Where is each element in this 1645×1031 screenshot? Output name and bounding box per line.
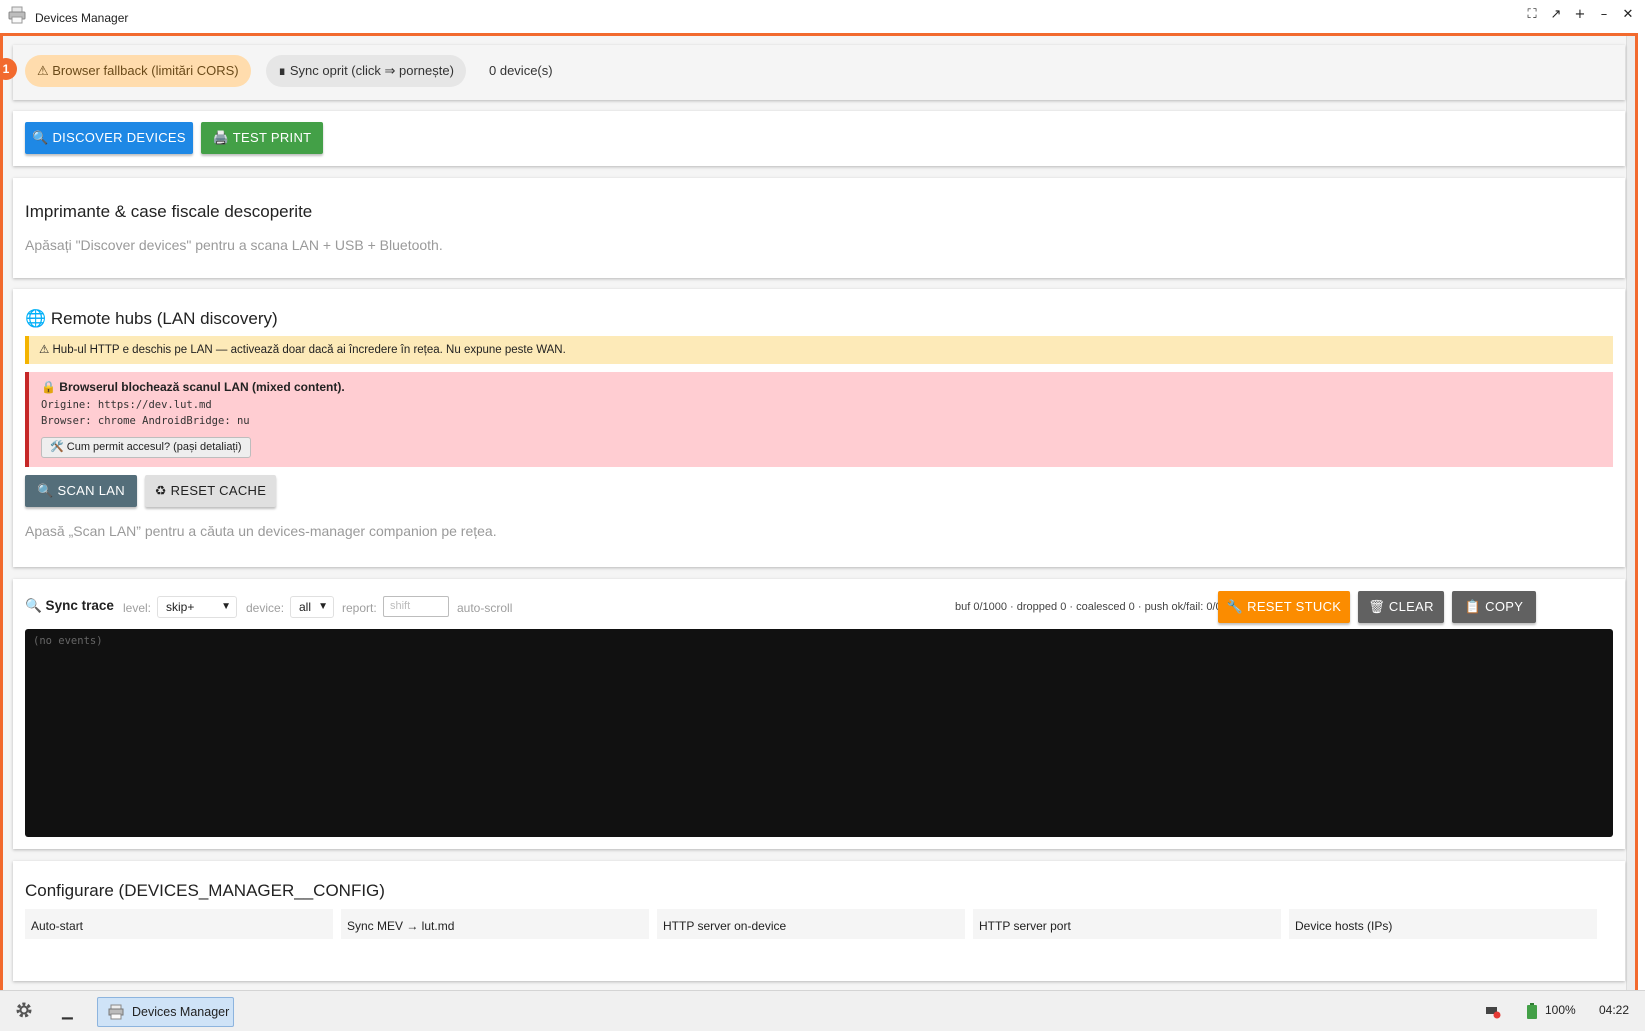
minimize-icon[interactable]: –	[1595, 6, 1613, 24]
reset-stuck-button[interactable]: 🔧 RESET STUCK	[1218, 591, 1350, 623]
gear-icon[interactable]	[14, 1000, 34, 1020]
report-input[interactable]: shift	[383, 596, 449, 617]
clock[interactable]: 04:22	[1599, 1003, 1629, 1017]
trace-stats: buf 0/1000 · dropped 0 · coalesced 0 · p…	[955, 601, 1222, 613]
battery-icon[interactable]	[1527, 1003, 1537, 1019]
discovered-devices-card: Imprimante & case fiscale descoperite Ap…	[13, 178, 1625, 278]
chevron-down-icon: ▼	[318, 601, 328, 612]
taskbar-app-devices-manager[interactable]: Devices Manager	[97, 997, 234, 1027]
mode-badge: ⚠ Browser fallback (limitări CORS)	[25, 55, 251, 87]
config-field-sync-mev: Sync MEV → lut.md	[341, 909, 649, 939]
chevron-down-icon: ▼	[221, 601, 231, 612]
config-field-auto-start: Auto-start	[25, 909, 333, 939]
restore-icon[interactable]: ↗	[1547, 6, 1565, 24]
mixed-content-error: 🔒 Browserul blochează scanul LAN (mixed …	[25, 372, 1613, 467]
error-title: 🔒 Browserul blochează scanul LAN (mixed …	[41, 380, 345, 394]
vertical-scrollbar[interactable]	[1626, 36, 1635, 991]
remote-hubs-title: 🌐 Remote hubs (LAN discovery)	[25, 309, 278, 328]
level-select[interactable]: skip+ ▼	[157, 596, 237, 618]
config-field-device-hosts: Device hosts (IPs)	[1289, 909, 1597, 939]
device-value: all	[299, 600, 312, 614]
printer-app-icon	[8, 6, 26, 24]
config-card: Configurare (DEVICES_MANAGER__CONFIG) Au…	[13, 861, 1625, 981]
fullscreen-icon[interactable]: ⛶	[1523, 6, 1541, 24]
window-titlebar: Devices Manager ⛶ ↗ + – ✕	[0, 0, 1645, 33]
battery-level: 100%	[1545, 1003, 1576, 1017]
clear-button[interactable]: 🗑 CLEAR	[1358, 591, 1444, 623]
autoscroll-toggle[interactable]: auto-scroll	[457, 601, 512, 615]
device-label: device:	[246, 601, 285, 615]
reset-cache-button[interactable]: ♻ RESET CACHE	[145, 475, 276, 507]
sync-trace-card: 🔍 Sync trace level: skip+ ▼ device: all …	[13, 579, 1625, 849]
trace-console[interactable]: (no events)	[25, 629, 1613, 837]
close-icon[interactable]: ✕	[1619, 6, 1637, 24]
discover-devices-button[interactable]: 🔍 DISCOVER DEVICES	[25, 122, 193, 154]
scan-lan-button[interactable]: 🔍 SCAN LAN	[25, 475, 137, 507]
test-print-button[interactable]: 🖨️ TEST PRINT	[201, 122, 323, 154]
how-to-allow-button[interactable]: 🛠️ Cum permit accesul? (pași detaliați)	[41, 437, 251, 458]
plus-icon[interactable]: +	[1571, 6, 1589, 24]
discovered-title: Imprimante & case fiscale descoperite	[25, 202, 313, 221]
config-title: Configurare (DEVICES_MANAGER__CONFIG)	[25, 881, 385, 900]
level-value: skip+	[166, 600, 195, 614]
taskbar-app-label: Devices Manager	[132, 1005, 230, 1019]
scan-lan-hint: Apasă „Scan LAN” pentru a căuta un devic…	[25, 523, 497, 539]
trace-title: 🔍 Sync trace	[25, 598, 114, 613]
action-card: 🔍 DISCOVER DEVICES 🖨️ TEST PRINT	[13, 111, 1625, 166]
config-field-http-port: HTTP server port	[973, 909, 1281, 939]
device-select[interactable]: all ▼	[290, 596, 334, 618]
taskbar: ▁ Devices Manager 100% 04:22	[0, 990, 1645, 1031]
copy-button[interactable]: 📋 COPY	[1452, 591, 1536, 623]
browser-line: Browser: chrome AndroidBridge: nu	[41, 415, 250, 427]
window-title: Devices Manager	[35, 11, 129, 25]
app-frame: 1 ⚠ Browser fallback (limitări CORS) ∎ S…	[0, 33, 1638, 991]
level-label: level:	[123, 601, 152, 615]
config-field-http-server: HTTP server on-device	[657, 909, 965, 939]
window-controls: ⛶ ↗ + – ✕	[1523, 6, 1637, 24]
lan-warning-banner: ⚠ Hub-ul HTTP e deschis pe LAN — activea…	[25, 336, 1613, 364]
discovered-hint: Apăsați "Discover devices" pentru a scan…	[25, 237, 443, 253]
remote-hubs-card: 🌐 Remote hubs (LAN discovery) ⚠ Hub-ul H…	[13, 289, 1625, 567]
sync-toggle[interactable]: ∎ Sync oprit (click ⇒ pornește)	[266, 55, 466, 87]
report-label: report:	[342, 601, 377, 615]
origin-line: Origine: https://dev.lut.md	[41, 399, 212, 411]
printer-icon	[108, 1004, 124, 1020]
minimize-all-icon[interactable]: ▁	[62, 1003, 73, 1020]
device-count: 0 device(s)	[489, 63, 553, 78]
status-card: ⚠ Browser fallback (limitări CORS) ∎ Syn…	[13, 45, 1625, 100]
network-error-icon[interactable]	[1485, 1003, 1501, 1019]
